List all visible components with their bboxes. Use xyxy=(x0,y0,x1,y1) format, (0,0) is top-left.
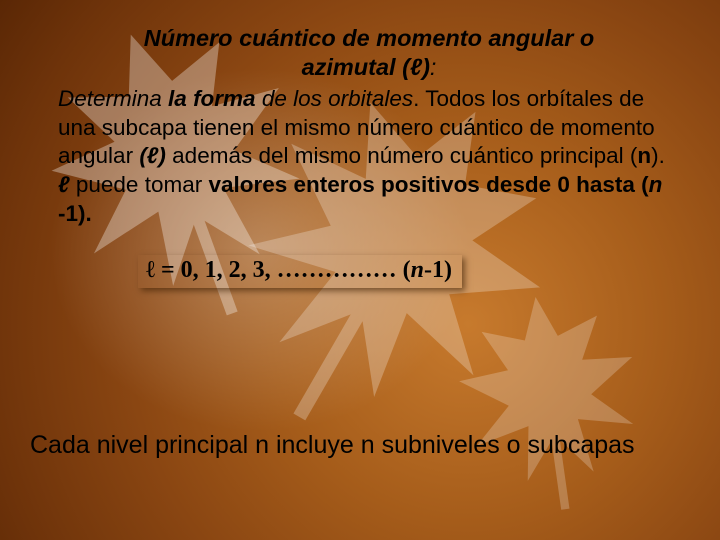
content-block: Número cuántico de momento angular o azi… xyxy=(58,24,680,288)
body-seg: además del mismo número cuántico princip… xyxy=(166,143,637,168)
leaf-icon xyxy=(431,270,670,531)
title-colon: : xyxy=(430,54,437,80)
formula-rhs: -1) xyxy=(424,257,452,283)
title-line2: azimutal (ℓ) xyxy=(302,54,430,80)
body-seg: la forma xyxy=(168,86,256,111)
body-seg: de los orbitales xyxy=(256,86,414,111)
title-line1: Número cuántico de momento angular o xyxy=(144,25,594,51)
body-seg: -1). xyxy=(58,201,92,226)
formula-row: ℓ = 0, 1, 2, 3, …………… (n-1) xyxy=(138,255,680,288)
body-seg: n xyxy=(637,143,651,168)
formula-box: ℓ = 0, 1, 2, 3, …………… (n-1) xyxy=(138,255,462,288)
formula-n: n xyxy=(411,257,424,283)
formula-lhs: ℓ = 0, 1, 2, 3, …………… ( xyxy=(146,257,411,283)
footer-text: Cada nivel principal n incluye n subnive… xyxy=(30,430,690,461)
body-seg: puede tomar xyxy=(70,172,209,197)
body-seg: Determina xyxy=(58,86,168,111)
body-seg: n xyxy=(649,172,663,197)
body-seg: ℓ xyxy=(58,172,70,197)
body-seg: ). xyxy=(651,143,665,168)
body-paragraph: Determina la forma de los orbitales. Tod… xyxy=(58,85,680,229)
slide: Número cuántico de momento angular o azi… xyxy=(0,0,720,540)
slide-title: Número cuántico de momento angular o azi… xyxy=(88,24,650,83)
body-seg: (ℓ) xyxy=(139,143,166,168)
body-seg: valores enteros positivos desde 0 hasta … xyxy=(208,172,648,197)
